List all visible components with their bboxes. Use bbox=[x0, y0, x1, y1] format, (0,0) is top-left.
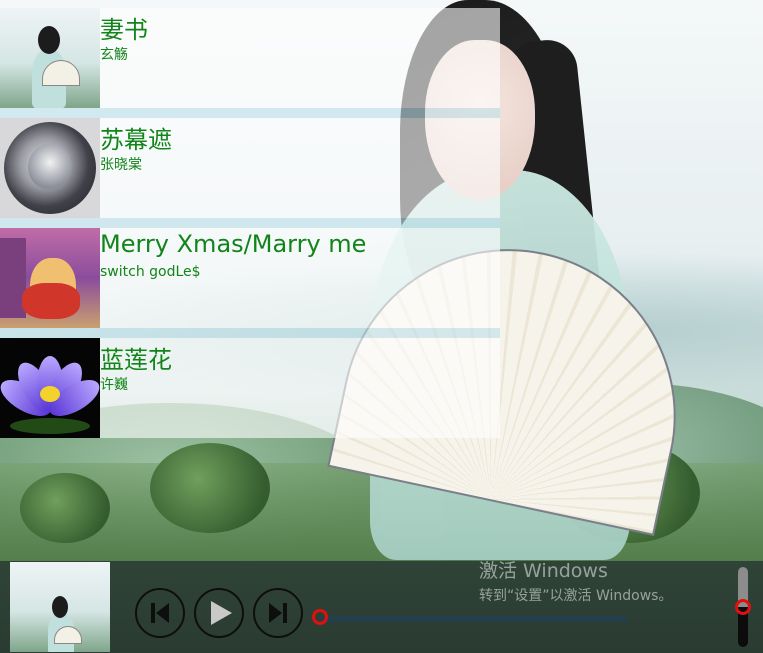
song-artist: switch godLe$ bbox=[100, 264, 201, 280]
progress-track[interactable] bbox=[320, 616, 628, 622]
playlist-separator bbox=[0, 108, 500, 118]
playlist-separator bbox=[0, 328, 500, 338]
song-artist: 张晓棠 bbox=[100, 157, 142, 173]
song-artist: 玄觞 bbox=[100, 47, 128, 63]
song-title: Merry Xmas/Marry me bbox=[100, 230, 367, 258]
current-song-cover bbox=[10, 562, 110, 652]
skip-next-icon bbox=[269, 603, 287, 623]
next-button[interactable] bbox=[253, 588, 303, 638]
background-bush bbox=[20, 473, 110, 543]
previous-button[interactable] bbox=[135, 588, 185, 638]
song-title: 妻书 bbox=[100, 16, 148, 44]
song-title: 蓝莲花 bbox=[100, 346, 172, 374]
background-bush bbox=[150, 443, 270, 533]
watermark-title: 激活 Windows bbox=[479, 560, 608, 582]
skip-previous-icon bbox=[151, 603, 169, 623]
volume-knob[interactable] bbox=[735, 599, 751, 615]
play-button[interactable] bbox=[194, 588, 244, 638]
play-icon bbox=[211, 601, 232, 625]
circular-ink-art-thumbnail bbox=[0, 118, 100, 218]
blue-lotus-thumbnail bbox=[0, 338, 100, 438]
playlist-item[interactable]: Merry Xmas/Marry me switch godLe$ bbox=[0, 228, 500, 328]
song-title: 苏幕遮 bbox=[100, 126, 172, 154]
playlist-item[interactable]: 蓝莲花 许巍 bbox=[0, 338, 500, 438]
girl-with-fan-thumbnail bbox=[0, 8, 100, 108]
progress-knob[interactable] bbox=[312, 609, 328, 625]
playlist-item[interactable]: 苏幕遮 张晓棠 bbox=[0, 118, 500, 218]
playlist-item[interactable]: 妻书 玄觞 bbox=[0, 8, 500, 108]
windows-activation-watermark: 激活 Windows 转到“设置”以激活 Windows。 bbox=[479, 556, 672, 605]
playlist-separator bbox=[0, 218, 500, 228]
song-artist: 许巍 bbox=[100, 377, 128, 393]
cartoon-cat-thumbnail bbox=[0, 228, 100, 328]
watermark-subtitle: 转到“设置”以激活 Windows。 bbox=[479, 588, 673, 604]
